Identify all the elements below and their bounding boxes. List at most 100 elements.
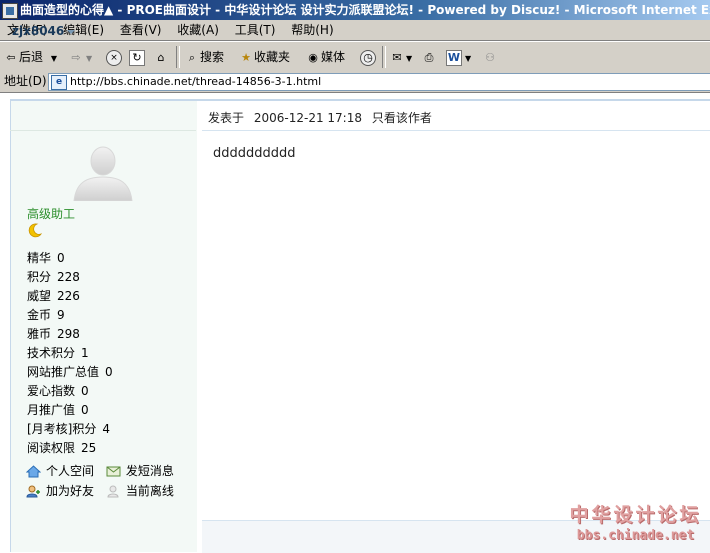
author-stats: 精华 0 积分 228 威望 226 金币 9 雅币 298 技术积分 1 网站推广总值 0 … — [27, 249, 113, 458]
stat-label: 网站推广总值 — [27, 365, 100, 379]
address-label: 地址(D) — [4, 74, 47, 88]
stat-label: 金币 — [27, 308, 52, 322]
stat-label: 威望 — [27, 289, 52, 303]
author-links-row: 个人空间 发短消息 — [26, 462, 206, 482]
stat-label: 技术积分 — [27, 346, 76, 360]
favorites-button[interactable]: ★ 收藏夹 — [238, 47, 290, 67]
post-date: 2006-12-21 17:18 — [253, 111, 362, 125]
menu-view[interactable]: 查看(V) — [115, 20, 167, 40]
toolbar: ⇦ 后退 ▼ ⇨ ▼ × ↻ ⌂ ⌕ 搜索 ★ 收藏夹 ◉ 媒体 ◷ ✉ ▼ ⎙ W ▼ ⚇ — [0, 41, 710, 72]
back-dropdown-icon[interactable]: ▼ — [51, 54, 57, 63]
stat-row: 爱心指数 0 — [27, 382, 113, 401]
stat-label: 积分 — [27, 270, 52, 284]
stat-value: 0 — [81, 403, 89, 417]
chevron-down-icon[interactable] — [67, 29, 76, 34]
offline-user-icon — [107, 485, 119, 498]
watermark-url: bbs.chinade.net — [576, 528, 695, 543]
stat-label: 精华 — [27, 251, 52, 265]
stat-row: 技术积分 1 — [27, 344, 113, 363]
ie-page-icon — [2, 3, 18, 19]
back-label: 后退 — [19, 50, 44, 64]
stat-label: 爱心指数 — [27, 384, 76, 398]
stat-value: 228 — [57, 270, 80, 284]
address-bar: 地址(D) e http://bbs.chinade.net/thread-14… — [0, 71, 710, 93]
stat-row: [月考核]积分 4 — [27, 420, 113, 439]
stat-value: 9 — [57, 308, 65, 322]
home-button[interactable]: ⌂ — [153, 47, 169, 67]
posted-label: 发表于 — [208, 111, 245, 125]
menu-favorites[interactable]: 收藏(A) — [172, 20, 224, 40]
forward-button[interactable]: ⇨ ▼ — [68, 47, 92, 67]
favorites-label: 收藏夹 — [254, 50, 291, 64]
refresh-icon: ↻ — [129, 49, 145, 66]
media-button[interactable]: ◉ 媒体 — [305, 47, 345, 67]
history-icon: ◷ — [360, 49, 376, 66]
window-title-bar: 曲面造型的心得▲ - PROE曲面设计 - 中华设计论坛 设计实力派联盟论坛! … — [0, 0, 710, 20]
mail-button[interactable]: ✉ ▼ — [389, 47, 412, 67]
home-icon: ⌂ — [157, 50, 165, 64]
send-message-label[interactable]: 发短消息 — [126, 464, 174, 478]
add-friend-icon — [26, 485, 40, 498]
send-message-link[interactable]: 发短消息 — [106, 462, 174, 480]
messenger-icon: ⚇ — [485, 50, 495, 64]
window-title: 曲面造型的心得▲ - PROE曲面设计 - 中华设计论坛 设计实力派联盟论坛! … — [20, 3, 710, 17]
edit-button[interactable]: W ▼ — [446, 47, 471, 67]
author-username-label[interactable]: zjx8046 — [12, 24, 64, 38]
add-friend-label[interactable]: 加为好友 — [46, 484, 94, 498]
address-url[interactable]: http://bbs.chinade.net/thread-14856-3-1.… — [70, 74, 321, 90]
refresh-button[interactable]: ↻ — [129, 47, 145, 67]
watermark-title: 中华设计论坛 — [569, 504, 702, 526]
post-body: dddddddddd — [213, 146, 296, 161]
word-edit-icon: W — [446, 49, 462, 66]
stat-row: 威望 226 — [27, 287, 113, 306]
site-watermark: 中华设计论坛 bbs.chinade.net — [563, 503, 708, 549]
toolbar-separator — [176, 46, 180, 68]
stat-label: 雅币 — [27, 327, 52, 341]
favorites-star-icon: ★ — [241, 50, 251, 64]
stat-row: 网站推广总值 0 — [27, 363, 113, 382]
messenger-button[interactable]: ⚇ — [482, 47, 498, 67]
mail-icon: ✉ — [392, 50, 402, 64]
default-avatar-icon — [73, 146, 133, 202]
stat-value: 0 — [105, 365, 113, 379]
online-status-label: 当前离线 — [125, 484, 174, 498]
back-button[interactable]: ⇦ 后退 ▼ — [3, 47, 57, 67]
stat-label: [月考核]积分 — [27, 422, 97, 436]
author-username[interactable]: zjx8046 — [12, 24, 76, 38]
media-icon: ◉ — [308, 50, 318, 64]
stat-value: 25 — [81, 441, 97, 455]
stat-label: 阅读权限 — [27, 441, 76, 455]
author-links: 个人空间 发短消息 加为好友 当前离线 — [26, 462, 206, 502]
stat-value: 4 — [102, 422, 111, 436]
stat-value: 0 — [57, 251, 65, 265]
print-icon: ⎙ — [424, 50, 434, 64]
search-button[interactable]: ⌕ 搜索 — [184, 47, 224, 67]
personal-space-link[interactable]: 个人空间 — [26, 462, 94, 480]
stat-value: 1 — [81, 346, 89, 360]
address-input[interactable]: e http://bbs.chinade.net/thread-14856-3-… — [48, 73, 710, 91]
forward-arrow-icon: ⇨ — [71, 50, 81, 64]
menu-bar: 文件(F) 编辑(E) 查看(V) 收藏(A) 工具(T) 帮助(H) — [0, 20, 710, 41]
history-button[interactable]: ◷ — [360, 47, 376, 67]
author-rank: 高级助工 — [27, 207, 76, 221]
back-arrow-icon: ⇦ — [6, 50, 16, 64]
only-author-link[interactable]: 只看该作者 — [372, 111, 432, 125]
stop-button[interactable]: × — [106, 47, 122, 67]
message-icon — [106, 466, 121, 477]
menu-help[interactable]: 帮助(H) — [286, 20, 338, 40]
stat-row: 雅币 298 — [27, 325, 113, 344]
stat-row: 金币 9 — [27, 306, 113, 325]
stat-row: 精华 0 — [27, 249, 113, 268]
author-links-row: 加为好友 当前离线 — [26, 482, 206, 502]
post-header-divider — [202, 130, 710, 131]
forward-dropdown-icon: ▼ — [86, 54, 93, 63]
toolbar-separator — [382, 46, 386, 68]
stat-value: 0 — [81, 384, 89, 398]
personal-space-label[interactable]: 个人空间 — [46, 464, 94, 478]
avatar — [72, 143, 134, 202]
home-icon — [26, 465, 41, 478]
add-friend-link[interactable]: 加为好友 — [26, 482, 94, 500]
stat-label: 月推广值 — [27, 403, 76, 417]
print-button[interactable]: ⎙ — [421, 47, 437, 67]
menu-tools[interactable]: 工具(T) — [230, 20, 281, 40]
